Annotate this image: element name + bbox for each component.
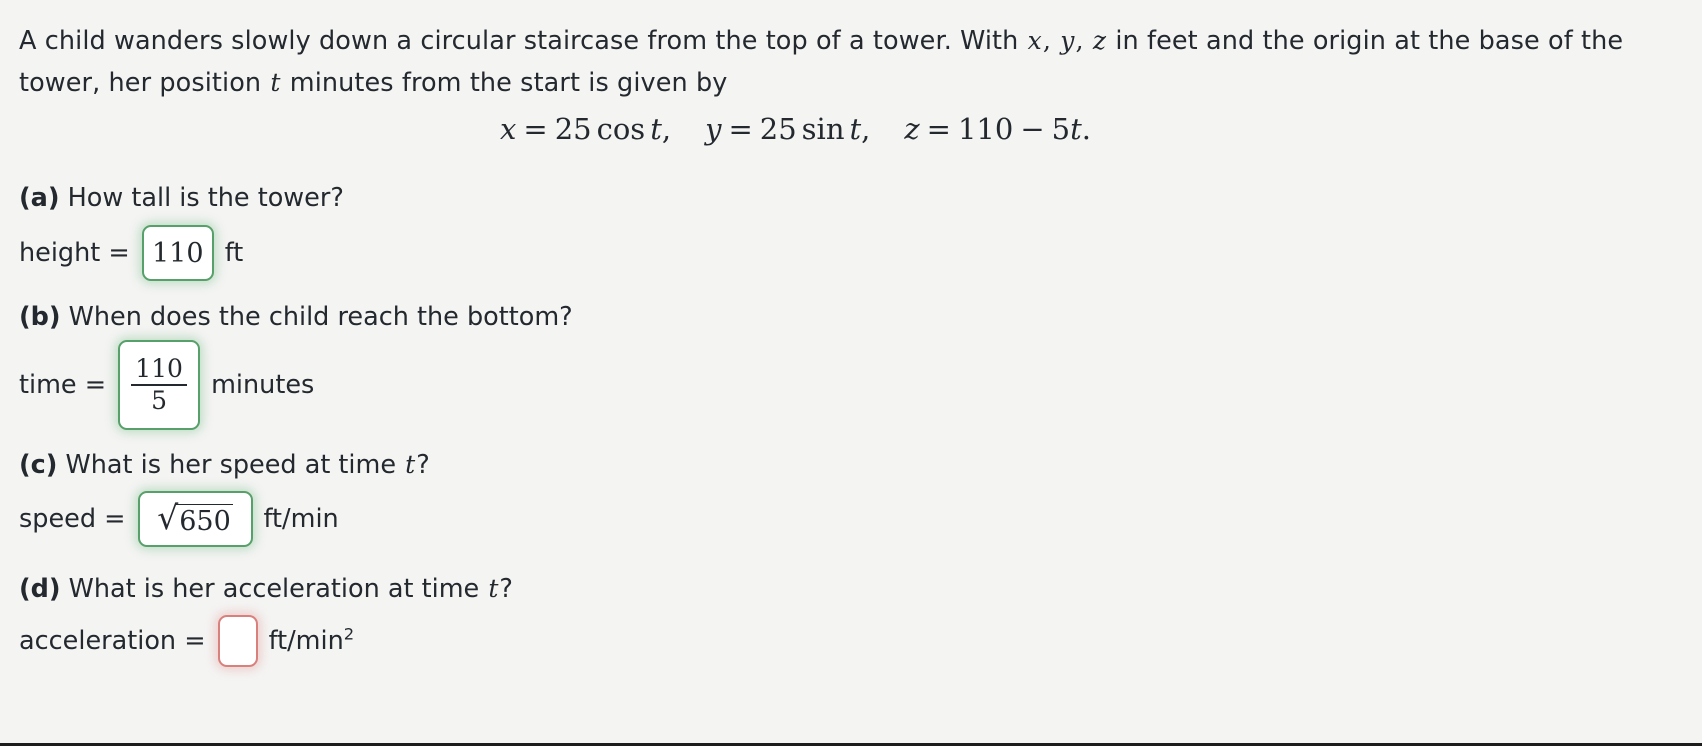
radical-icon: √ bbox=[157, 497, 179, 537]
equation-y-var: t bbox=[849, 112, 862, 146]
part-d-unit-base: ft/min bbox=[268, 626, 344, 656]
display-equation: x = 25 cos t, y = 25 sin t, z = 110−5t. bbox=[0, 112, 1591, 146]
stem-text-part3: minutes from the start is given by bbox=[281, 68, 728, 98]
part-b-denominator: 5 bbox=[151, 385, 168, 415]
part-a-answer-field[interactable]: 110 bbox=[141, 225, 214, 281]
equation-equals-3: = bbox=[926, 112, 951, 146]
stem-comma-1: , bbox=[1042, 26, 1060, 56]
part-c-answer-row: speed = √ 650 ft/min bbox=[19, 491, 430, 547]
part-a-answer-label: height = bbox=[19, 238, 130, 268]
part-b-unit: minutes bbox=[211, 370, 315, 400]
part-d-prompt: (d) What is her acceleration at time t? bbox=[19, 572, 513, 606]
part-c-radicand: 650 bbox=[176, 503, 233, 535]
part-b-prompt-text: When does the child reach the bottom? bbox=[60, 302, 573, 332]
stem-comma-2: , bbox=[1075, 26, 1092, 56]
variable-t: t bbox=[270, 68, 281, 97]
part-b-tag: (b) bbox=[19, 302, 61, 332]
part-d-tag: (d) bbox=[19, 574, 61, 604]
equation-x-var: t bbox=[650, 112, 662, 146]
part-c-square-root: √ 650 bbox=[157, 497, 233, 537]
part-a-answer-value: 110 bbox=[151, 237, 204, 269]
part-a-answer-row: height = 110 ft bbox=[19, 225, 344, 281]
part-b-fraction: 110 5 bbox=[131, 353, 187, 415]
problem-statement: A child wanders slowly down a circular s… bbox=[19, 20, 1684, 104]
part-d-answer-row: acceleration = ft/min2 bbox=[19, 615, 513, 667]
part-d-unit-exponent: 2 bbox=[343, 624, 355, 644]
variable-y: y bbox=[1060, 26, 1075, 55]
equation-sin: sin bbox=[801, 112, 845, 146]
part-b-prompt: (b) When does the child reach the bottom… bbox=[19, 300, 573, 334]
part-a-unit: ft bbox=[224, 238, 244, 268]
stem-text-part1: A child wanders slowly down a circular s… bbox=[19, 26, 1027, 56]
part-d-unit: ft/min2 bbox=[269, 626, 355, 656]
part-b-answer-field[interactable]: 110 5 bbox=[118, 340, 201, 430]
part-b-answer-row: time = 110 5 minutes bbox=[19, 340, 573, 430]
part-b-answer-label: time = bbox=[19, 370, 107, 400]
part-c-prompt-after: ? bbox=[416, 450, 430, 480]
part-c-answer-field[interactable]: √ 650 bbox=[137, 491, 253, 547]
question-part-c: (c) What is her speed at time t? speed =… bbox=[19, 448, 430, 547]
equation-equals-1: = bbox=[523, 112, 548, 146]
equation-x-lhs: x bbox=[500, 112, 517, 146]
part-d-answer-label: acceleration = bbox=[19, 626, 206, 656]
part-d-prompt-before: What is her acceleration at time bbox=[60, 574, 488, 604]
part-a-prompt: (a) How tall is the tower? bbox=[19, 181, 344, 215]
part-a-tag: (a) bbox=[19, 183, 60, 213]
part-d-prompt-variable: t bbox=[488, 574, 499, 603]
part-d-prompt-after: ? bbox=[499, 574, 513, 604]
equation-y-coefficient: 25 bbox=[759, 112, 797, 146]
variable-x: x bbox=[1027, 26, 1042, 55]
question-part-b: (b) When does the child reach the bottom… bbox=[19, 300, 573, 430]
part-a-prompt-text: How tall is the tower? bbox=[59, 183, 344, 213]
equation-z-constant: 110 bbox=[957, 112, 1014, 146]
equation-comma-2: , bbox=[861, 112, 871, 146]
part-b-numerator: 110 bbox=[135, 353, 183, 383]
part-c-prompt: (c) What is her speed at time t? bbox=[19, 448, 430, 482]
equation-equals-2: = bbox=[728, 112, 753, 146]
part-d-answer-field[interactable] bbox=[217, 615, 258, 667]
question-part-a: (a) How tall is the tower? height = 110 … bbox=[19, 181, 344, 281]
part-c-unit: ft/min bbox=[263, 504, 339, 534]
problem-page: A child wanders slowly down a circular s… bbox=[0, 0, 1702, 746]
part-c-tag: (c) bbox=[19, 450, 58, 480]
equation-cos: cos bbox=[596, 112, 646, 146]
equation-z-coefficient: 5 bbox=[1051, 112, 1071, 146]
question-part-d: (d) What is her acceleration at time t? … bbox=[19, 572, 513, 667]
part-c-prompt-variable: t bbox=[405, 450, 416, 479]
equation-z-var: t bbox=[1070, 112, 1082, 146]
part-c-prompt-before: What is her speed at time bbox=[57, 450, 405, 480]
part-c-answer-label: speed = bbox=[19, 504, 126, 534]
equation-minus: − bbox=[1020, 112, 1045, 146]
equation-z-lhs: z bbox=[904, 112, 920, 146]
equation-x-coefficient: 25 bbox=[554, 112, 592, 146]
variable-z: z bbox=[1092, 26, 1107, 55]
equation-period: . bbox=[1081, 112, 1091, 146]
equation-y-lhs: y bbox=[705, 112, 722, 146]
equation-comma-1: , bbox=[661, 112, 672, 146]
